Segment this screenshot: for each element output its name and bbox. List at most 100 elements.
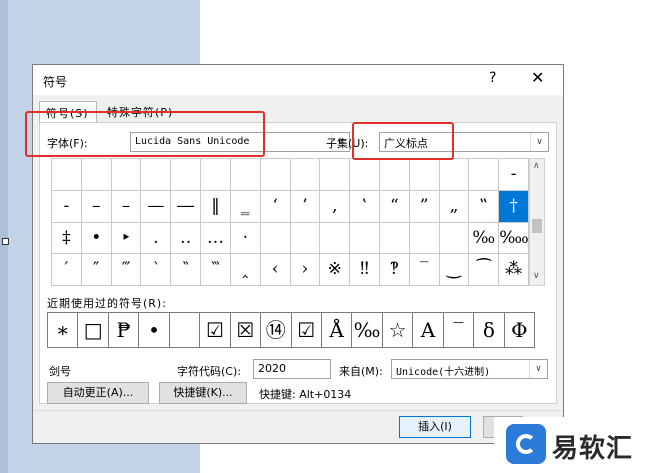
symbol-cell[interactable]: — — [141, 190, 172, 223]
symbol-cell[interactable]: ⁀ — [469, 254, 500, 286]
recent-symbols-grid[interactable]: ∗ □ ₱ • ☑ ☒ ⑭ ☑ Å ‰ ☆ A ‾ δ Φ — [47, 312, 535, 348]
symbol-cell[interactable]: ‧ — [230, 222, 261, 255]
symbol-cell[interactable]: „ — [439, 190, 470, 223]
symbol-cell[interactable]: ‱ — [499, 222, 529, 255]
character-code-label: 字符代码(C): — [177, 365, 241, 378]
symbol-cell[interactable]: † — [499, 190, 529, 223]
character-code-input[interactable]: 2020 — [253, 359, 331, 379]
symbol-cell[interactable]: ‥ — [171, 222, 202, 255]
symbol-cell[interactable]: ‿ — [439, 254, 470, 286]
symbol-cell[interactable]: ‖ — [201, 190, 231, 223]
symbol-cell[interactable]: ″ — [81, 254, 112, 286]
watermark-text: 易软汇 — [552, 434, 634, 464]
symbol-cell[interactable]: ‰ — [469, 222, 500, 255]
recent-symbol-cell[interactable]: □ — [78, 313, 109, 348]
symbol-grid[interactable]: - - – – — ― ‖ ‗ ‘’ ‚ ‛ “” „ ‟ † ‡ • ‣ ․ ‥… ‧ ‰ ‱ ′ ″ ‴ ‵ ‶ ‷ ‸ ‹ › ※ ‼ ‽ ‾ ‿… — [51, 158, 529, 286]
recent-symbol-cell[interactable]: ‾ — [443, 313, 475, 348]
divider — [33, 410, 563, 411]
recent-symbol-cell[interactable]: A — [413, 313, 444, 348]
symbol-cell[interactable] — [81, 159, 112, 191]
symbol-cell[interactable] — [260, 222, 291, 255]
symbol-cell[interactable]: ’ — [290, 190, 321, 223]
symbol-cell[interactable]: ― — [171, 190, 202, 223]
from-label: 来自(M): — [339, 365, 383, 378]
symbol-cell[interactable]: ‾ — [409, 254, 440, 286]
grid-scrollbar[interactable]: ∧ ∨ — [529, 158, 545, 286]
symbol-cell[interactable]: ‽ — [379, 254, 410, 286]
symbol-cell[interactable]: ‷ — [201, 254, 231, 286]
insert-button[interactable]: 插入(I) — [399, 416, 471, 438]
symbol-cell[interactable]: ‶ — [171, 254, 202, 286]
chevron-down-icon[interactable]: ∨ — [530, 133, 548, 151]
symbol-cell[interactable] — [320, 159, 351, 191]
recent-symbol-cell[interactable]: Å — [321, 313, 353, 348]
symbol-cell[interactable] — [230, 159, 261, 191]
symbol-cell[interactable]: › — [290, 254, 321, 286]
scroll-thumb[interactable] — [532, 219, 542, 233]
symbol-cell[interactable]: ․ — [141, 222, 172, 255]
autocorrect-button[interactable]: 自动更正(A)... — [47, 382, 149, 404]
symbol-cell[interactable]: ‵ — [141, 254, 172, 286]
recent-symbol-cell[interactable]: ∗ — [48, 313, 79, 348]
scroll-down-icon[interactable]: ∨ — [533, 271, 540, 281]
from-dropdown[interactable]: Unicode(十六进制) ∨ — [391, 359, 548, 379]
symbol-cell[interactable]: ‗ — [230, 190, 261, 223]
recent-symbol-cell[interactable]: ☑ — [291, 313, 322, 348]
symbol-cell[interactable] — [290, 222, 321, 255]
symbol-cell[interactable]: ‸ — [230, 254, 261, 286]
symbol-cell[interactable]: - — [52, 190, 82, 223]
recent-symbol-cell[interactable]: ⑭ — [261, 313, 292, 348]
symbol-cell[interactable]: • — [81, 222, 112, 255]
symbol-cell[interactable]: – — [81, 190, 112, 223]
symbol-cell[interactable]: - — [499, 159, 529, 191]
symbol-cell[interactable] — [350, 159, 380, 191]
symbol-cell[interactable]: ‣ — [111, 222, 142, 255]
symbol-cell[interactable]: “ — [379, 190, 410, 223]
symbol-cell[interactable]: ‼ — [350, 254, 380, 286]
help-button[interactable]: ? — [489, 70, 496, 86]
symbol-cell[interactable] — [379, 222, 410, 255]
symbol-cell[interactable] — [320, 222, 351, 255]
symbol-cell[interactable]: – — [111, 190, 142, 223]
chevron-down-icon[interactable]: ∨ — [529, 360, 547, 378]
recent-symbol-cell[interactable]: ₱ — [108, 313, 140, 348]
recent-symbol-cell[interactable]: Φ — [504, 313, 535, 348]
recent-symbol-cell[interactable]: ‰ — [352, 313, 383, 348]
symbol-cell[interactable]: ‟ — [469, 190, 500, 223]
symbol-cell[interactable] — [350, 222, 380, 255]
symbol-cell[interactable] — [439, 159, 470, 191]
symbol-cell[interactable] — [290, 159, 321, 191]
symbol-cell[interactable]: ‘ — [260, 190, 291, 223]
symbol-cell[interactable]: ” — [409, 190, 440, 223]
symbol-cell[interactable]: ‛ — [350, 190, 380, 223]
symbol-cell[interactable] — [439, 222, 470, 255]
close-button[interactable]: ✕ — [531, 68, 544, 87]
resize-handle[interactable] — [2, 238, 9, 245]
symbol-cell[interactable] — [409, 159, 440, 191]
symbol-cell[interactable] — [171, 159, 202, 191]
recent-symbol-cell[interactable] — [169, 313, 201, 348]
symbol-cell[interactable] — [469, 159, 500, 191]
recent-symbol-cell[interactable]: • — [139, 313, 170, 348]
symbol-cell[interactable] — [52, 159, 82, 191]
symbol-cell[interactable] — [409, 222, 440, 255]
shortcut-key-button[interactable]: 快捷键(K)... — [159, 382, 247, 404]
symbol-cell[interactable] — [111, 159, 142, 191]
scroll-up-icon[interactable]: ∧ — [533, 161, 540, 171]
symbol-cell[interactable]: ※ — [320, 254, 351, 286]
symbol-cell[interactable]: ‚ — [320, 190, 351, 223]
symbol-cell[interactable]: ′ — [52, 254, 82, 286]
recent-symbol-cell[interactable]: ☒ — [230, 313, 262, 348]
symbol-cell[interactable] — [141, 159, 172, 191]
symbol-cell[interactable]: ⁂ — [499, 254, 529, 286]
symbol-cell[interactable]: ‡ — [52, 222, 82, 255]
symbol-cell[interactable] — [260, 159, 291, 191]
recent-symbol-cell[interactable]: δ — [474, 313, 505, 348]
symbol-cell[interactable] — [379, 159, 410, 191]
recent-symbol-cell[interactable]: ☑ — [200, 313, 231, 348]
symbol-cell[interactable]: … — [201, 222, 231, 255]
recent-symbol-cell[interactable]: ☆ — [382, 313, 414, 348]
symbol-cell[interactable]: ‴ — [111, 254, 142, 286]
symbol-cell[interactable] — [201, 159, 231, 191]
symbol-cell[interactable]: ‹ — [260, 254, 291, 286]
